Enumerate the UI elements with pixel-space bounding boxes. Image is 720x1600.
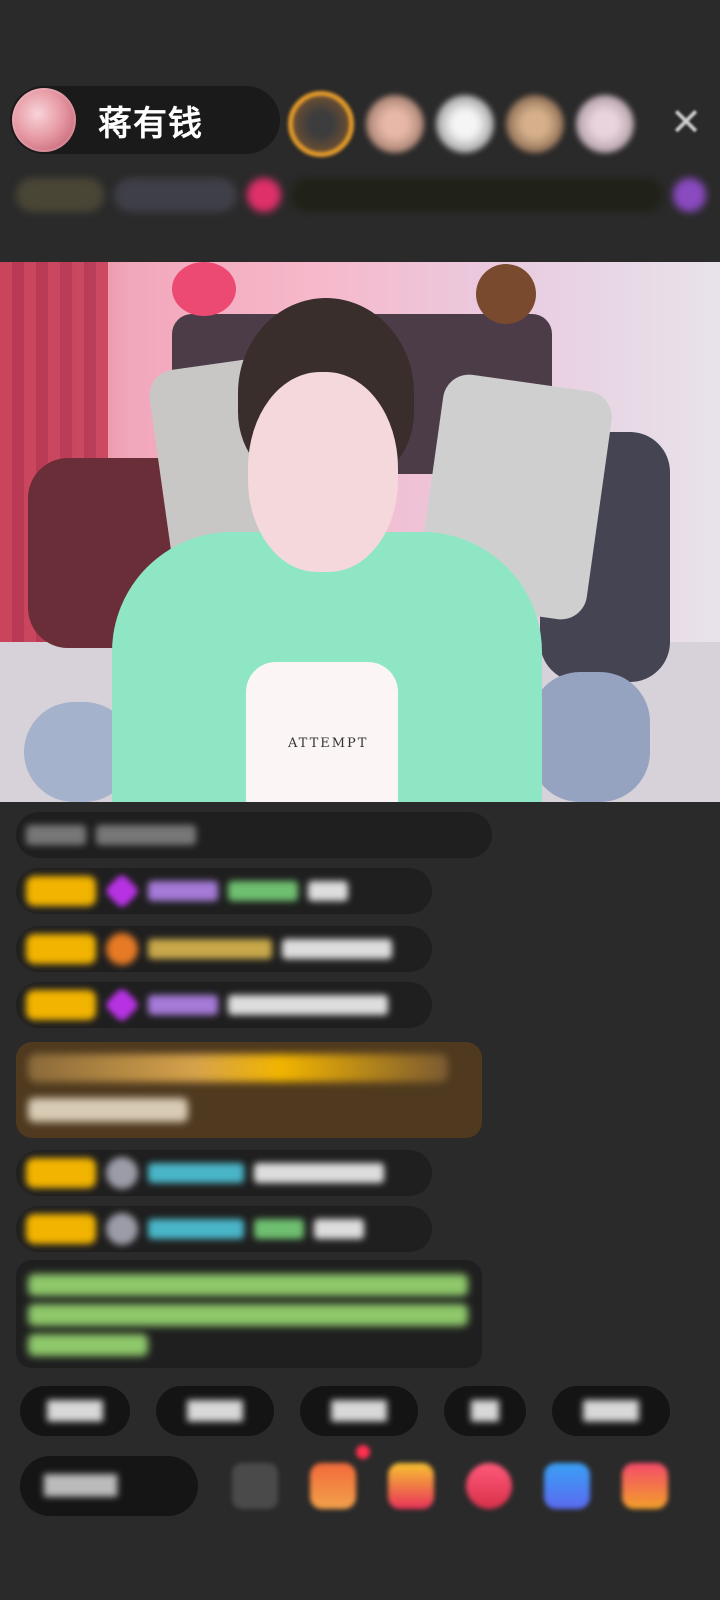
quick-reply-row: ████ ████ ████ ██ ████ — [20, 1386, 670, 1436]
gift-icon[interactable] — [544, 1463, 590, 1509]
red-dot-icon — [356, 1445, 370, 1459]
gift-icon[interactable] — [622, 1463, 668, 1509]
viewer-avatar[interactable] — [506, 95, 564, 153]
chat-message — [16, 868, 432, 914]
quick-reply-chip[interactable]: ████ — [156, 1386, 274, 1436]
stream-info-bar — [16, 170, 706, 220]
quick-reply-chip[interactable]: ████ — [552, 1386, 670, 1436]
quick-reply-chip[interactable]: ████ — [20, 1386, 130, 1436]
gift-announcement — [16, 1042, 482, 1138]
chat-input[interactable]: █████ — [20, 1456, 198, 1516]
gift-icon[interactable] — [672, 178, 706, 212]
viewer-avatar[interactable] — [366, 95, 424, 153]
top-viewers-list — [288, 86, 634, 162]
fan-club-banner[interactable] — [290, 178, 663, 212]
streamer — [248, 372, 398, 572]
live-video[interactable]: ATTEMPT — [0, 262, 720, 802]
popularity-badge[interactable] — [114, 178, 238, 212]
close-icon[interactable]: ✕ — [664, 100, 708, 144]
plush-toy — [172, 262, 236, 316]
chat-message — [16, 1206, 432, 1252]
quick-reply-chip[interactable]: ██ — [444, 1386, 526, 1436]
system-notice — [16, 1260, 482, 1368]
video-background — [530, 672, 650, 802]
chat-message — [16, 812, 492, 858]
gift-icon[interactable] — [466, 1463, 512, 1509]
chat-message — [16, 982, 432, 1028]
viewer-avatar[interactable] — [436, 95, 494, 153]
chat-message — [16, 1150, 432, 1196]
shirt-print: ATTEMPT — [288, 736, 369, 751]
viewer-avatar-rank1[interactable] — [288, 91, 354, 157]
rank-badge[interactable] — [16, 178, 105, 212]
gift-icon[interactable] — [310, 1445, 370, 1509]
host-name: 蒋有钱 — [98, 103, 203, 144]
plush-toy — [476, 264, 536, 324]
host-avatar[interactable] — [12, 88, 76, 152]
quick-reply-chip[interactable]: ████ — [300, 1386, 418, 1436]
heart-icon[interactable] — [247, 178, 281, 212]
host-info-pill[interactable]: 蒋有钱 — [10, 86, 280, 154]
chat-message — [16, 926, 432, 972]
streamer — [246, 662, 398, 802]
gift-icon[interactable] — [388, 1463, 434, 1509]
viewer-avatar[interactable] — [576, 95, 634, 153]
bottom-action-bar: █████ — [20, 1445, 720, 1518]
emoji-icon[interactable] — [232, 1463, 278, 1509]
